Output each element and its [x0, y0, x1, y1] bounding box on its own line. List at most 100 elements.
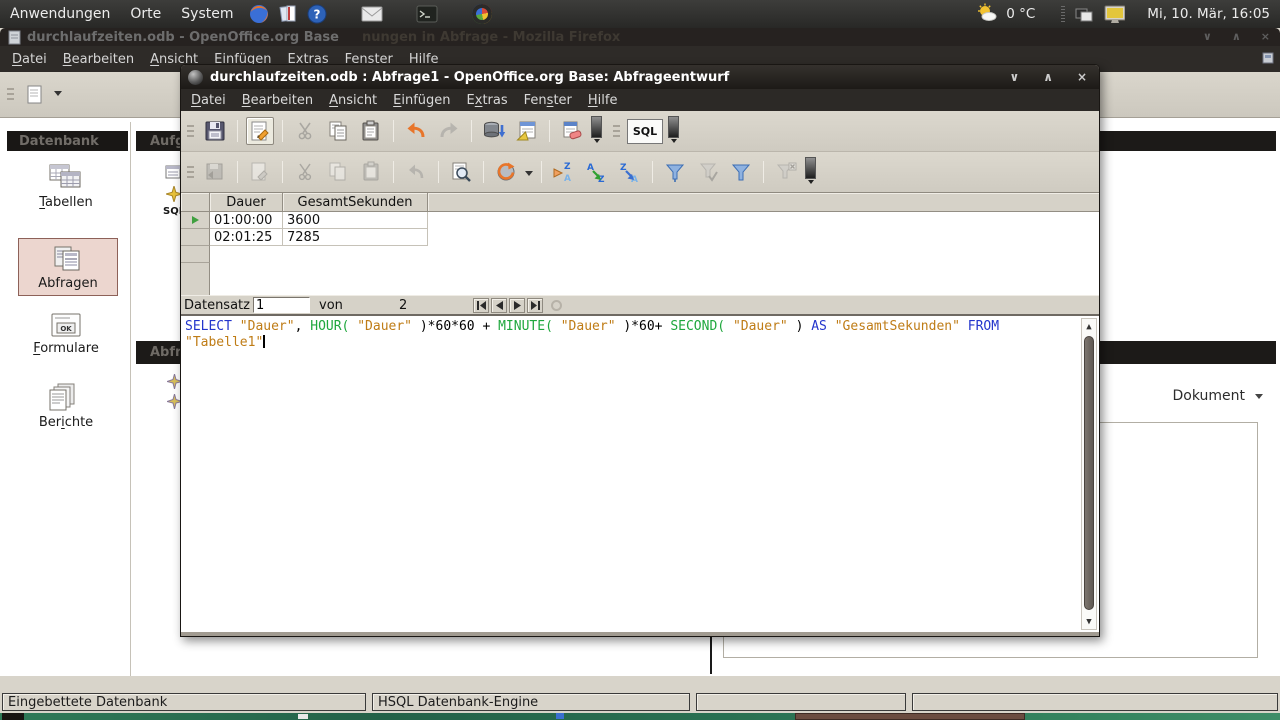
refresh-dropdown[interactable]: [525, 171, 533, 180]
clear-query-button[interactable]: [558, 117, 586, 145]
new-document-dropdown[interactable]: [54, 90, 62, 100]
close-button[interactable]: ×: [1261, 28, 1270, 46]
sql-scrollbar[interactable]: ▲ ▼: [1081, 318, 1097, 630]
grid-cell[interactable]: 02:01:25: [210, 229, 283, 246]
standard-filter-button[interactable]: [727, 158, 755, 186]
record-number-input[interactable]: [253, 297, 310, 313]
temperature-label[interactable]: 0 °C: [1006, 6, 1035, 22]
sort-button[interactable]: ZA: [550, 158, 578, 186]
menu-item-einfugen[interactable]: Einfügen: [385, 90, 458, 111]
next-record-button[interactable]: [509, 298, 525, 313]
scroll-down-icon[interactable]: ▼: [1082, 614, 1096, 629]
cut-button[interactable]: [291, 117, 319, 145]
toolbar-overflow-dropdown[interactable]: [591, 116, 602, 146]
scroll-up-icon[interactable]: ▲: [1082, 319, 1096, 334]
previous-record-button[interactable]: [491, 298, 507, 313]
sql-view-button[interactable]: SQL: [627, 119, 663, 144]
autofilter-button[interactable]: [661, 158, 689, 186]
window-bottom-band: [0, 676, 1280, 692]
mail-icon[interactable]: [361, 3, 383, 25]
apply-filter-button[interactable]: [694, 158, 722, 186]
column-header-dauer[interactable]: Dauer: [210, 193, 283, 211]
sidebar-item-abfragen[interactable]: Abfragen: [18, 238, 118, 296]
undo-data-button[interactable]: [402, 158, 430, 186]
maximize-button[interactable]: ∧: [1043, 65, 1053, 89]
copy-button[interactable]: [324, 158, 352, 186]
last-record-button[interactable]: [527, 298, 543, 313]
column-header-gesamtsekunden[interactable]: GesamtSekunden: [283, 193, 428, 211]
paste-button[interactable]: [357, 158, 385, 186]
toolbar-grip[interactable]: [187, 166, 194, 179]
grid-corner[interactable]: [181, 193, 210, 211]
remove-filter-button[interactable]: [772, 158, 800, 186]
edit-data-button[interactable]: [246, 158, 274, 186]
toolbar-grip[interactable]: [187, 125, 194, 138]
new-document-button[interactable]: [21, 81, 49, 109]
toolbar-overflow-dropdown[interactable]: [668, 116, 679, 146]
distro-logo-icon[interactable]: [471, 3, 493, 25]
weather-icon[interactable]: [976, 3, 998, 25]
design-preview-button[interactable]: [513, 117, 541, 145]
window-selector-icon[interactable]: [1073, 3, 1095, 25]
minimize-button[interactable]: ∨: [1009, 65, 1019, 89]
sidebar-item-berichte[interactable]: Berichte: [14, 382, 118, 430]
clock-label[interactable]: Mi, 10. Mär, 16:05: [1147, 6, 1270, 22]
refresh-button[interactable]: [492, 158, 520, 186]
row-header[interactable]: [181, 229, 210, 246]
sidebar-item-tabellen[interactable]: Tabellen: [14, 162, 118, 210]
menu-item-ansicht[interactable]: Ansicht: [321, 90, 385, 111]
copy-button[interactable]: [324, 117, 352, 145]
query-design-titlebar[interactable]: durchlaufzeiten.odb : Abfrage1 - OpenOff…: [181, 65, 1099, 89]
sidebar-item-formulare[interactable]: OK Formulare: [14, 312, 118, 356]
terminal-icon[interactable]: [416, 3, 438, 25]
documents-icon[interactable]: [277, 3, 299, 25]
undo-button[interactable]: [402, 117, 430, 145]
redo-button[interactable]: [435, 117, 463, 145]
menu-item-hilfe[interactable]: Hilfe: [580, 90, 626, 111]
menu-item-anwendungen[interactable]: Anwendungen: [0, 0, 120, 28]
menu-item-orte[interactable]: Orte: [120, 0, 171, 28]
close-button[interactable]: ×: [1077, 65, 1087, 89]
svg-text:?: ?: [313, 8, 320, 22]
document-dropdown[interactable]: Dokument: [1167, 384, 1263, 408]
save-button[interactable]: [201, 117, 229, 145]
menu-item-bearbeiten[interactable]: Bearbeiten: [55, 49, 142, 70]
grid-cell[interactable]: 01:00:00: [210, 212, 283, 229]
save-record-button[interactable]: [201, 158, 229, 186]
menu-item-fenster[interactable]: Fenster: [516, 90, 580, 111]
find-record-button[interactable]: [447, 158, 475, 186]
row-header[interactable]: [181, 212, 210, 229]
first-record-button[interactable]: [473, 298, 489, 313]
design-view-toggle-button[interactable]: [246, 117, 274, 145]
base-main-titlebar[interactable]: durchlaufzeiten.odb - OpenOffice.org Bas…: [0, 28, 1280, 46]
menu-item-bearbeiten[interactable]: Bearbeiten: [234, 90, 321, 111]
scrollbar-thumb[interactable]: [1084, 336, 1094, 610]
sort-ascending-button[interactable]: AZ: [583, 158, 611, 186]
grid-cell[interactable]: 7285: [283, 229, 428, 246]
menu-item-extras[interactable]: Extras: [459, 90, 516, 111]
row-header[interactable]: [181, 246, 210, 263]
sql-editor[interactable]: SELECT "Dauer", HOUR( "Dauer" )*60*60 + …: [181, 314, 1099, 632]
toolbar-separator: [237, 120, 238, 142]
maximize-button[interactable]: ∧: [1232, 28, 1241, 46]
menu-item-system[interactable]: System: [171, 0, 243, 28]
toolbar-grip[interactable]: [7, 88, 14, 101]
run-query-button[interactable]: [480, 117, 508, 145]
window-resize-edge[interactable]: [181, 632, 1099, 636]
toolbar-grip[interactable]: [613, 125, 620, 138]
toolbar-overflow-dropdown[interactable]: [805, 157, 816, 187]
gnome-top-panel: AnwendungenOrteSystem ? 0 °C: [0, 0, 1280, 28]
firefox-icon[interactable]: [248, 3, 270, 25]
menu-item-datei[interactable]: Datei: [183, 90, 234, 111]
paste-button[interactable]: [357, 117, 385, 145]
minimize-button[interactable]: ∨: [1203, 28, 1212, 46]
grid-cell[interactable]: 3600: [283, 212, 428, 229]
cut-button[interactable]: [291, 158, 319, 186]
help-icon[interactable]: ?: [306, 3, 328, 25]
menu-item-datei[interactable]: Datei: [4, 49, 55, 70]
sort-descending-button[interactable]: ZA: [616, 158, 644, 186]
display-icon[interactable]: [1103, 3, 1125, 25]
document-window-icon[interactable]: [1262, 52, 1274, 64]
statusbar-engine: HSQL Datenbank-Engine: [372, 693, 690, 711]
record-nav-buttons: [473, 296, 562, 315]
